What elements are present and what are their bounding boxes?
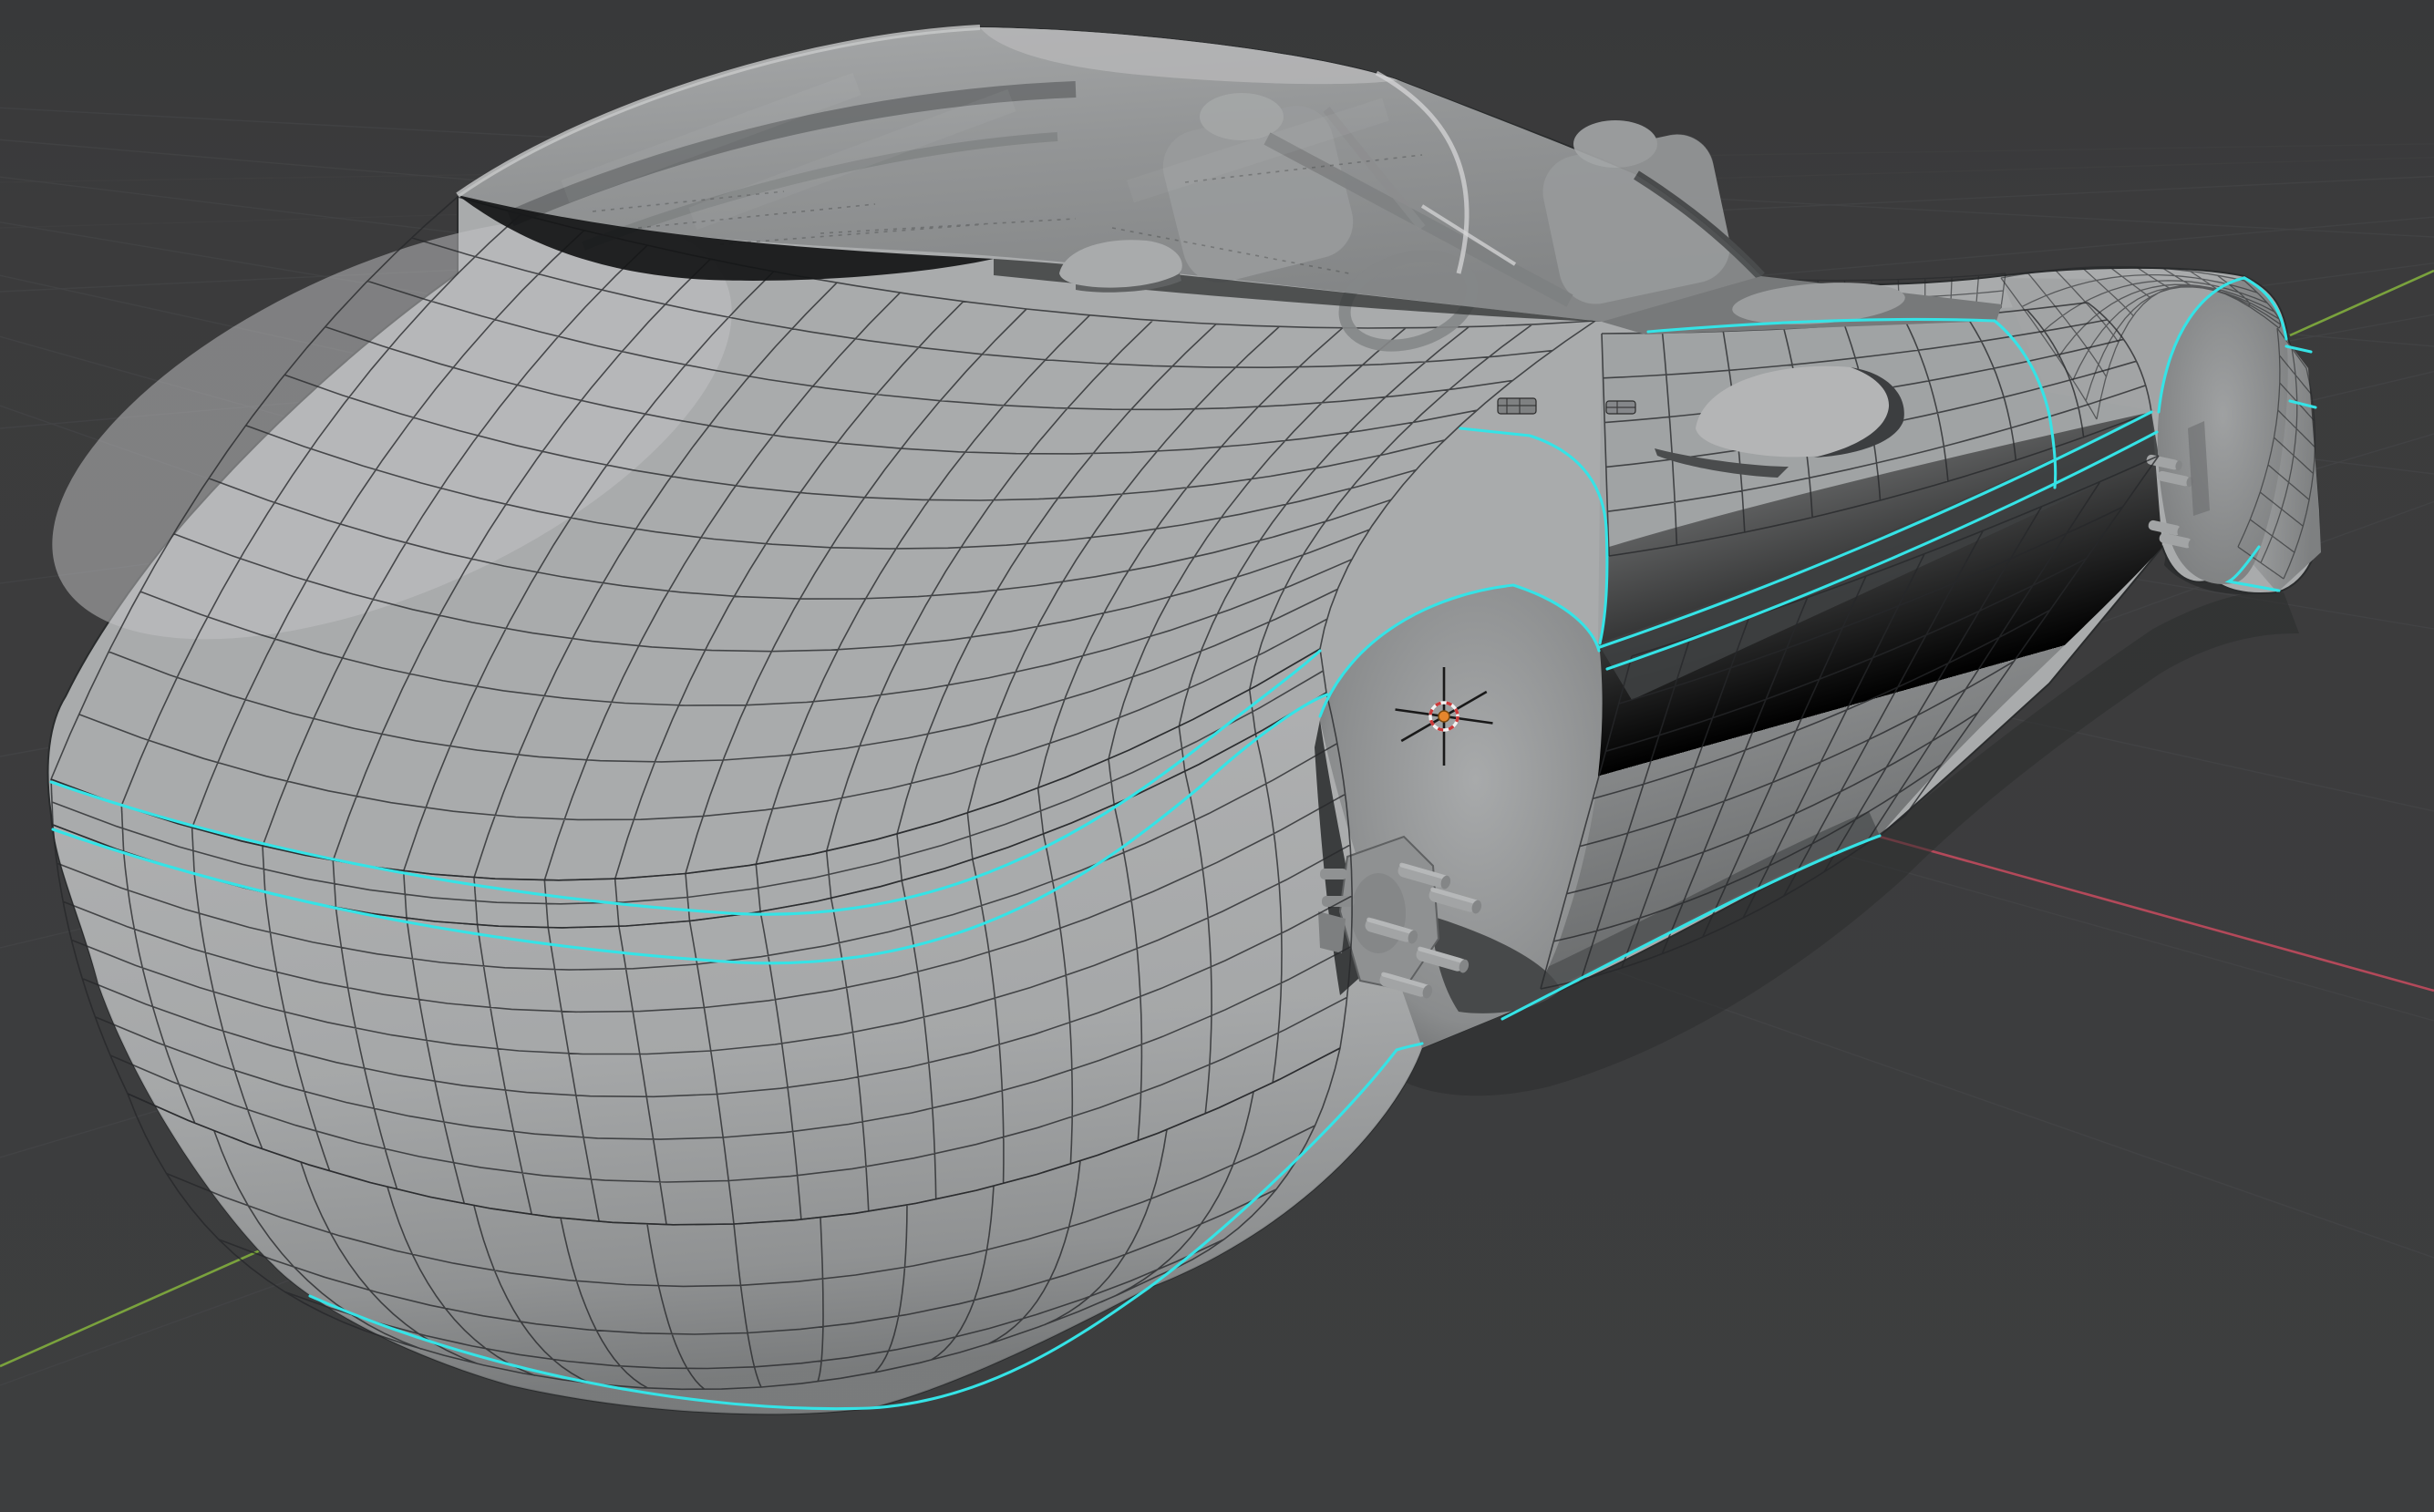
viewport-3d[interactable] bbox=[0, 0, 2434, 1512]
viewport-canvas[interactable] bbox=[0, 0, 2434, 1512]
